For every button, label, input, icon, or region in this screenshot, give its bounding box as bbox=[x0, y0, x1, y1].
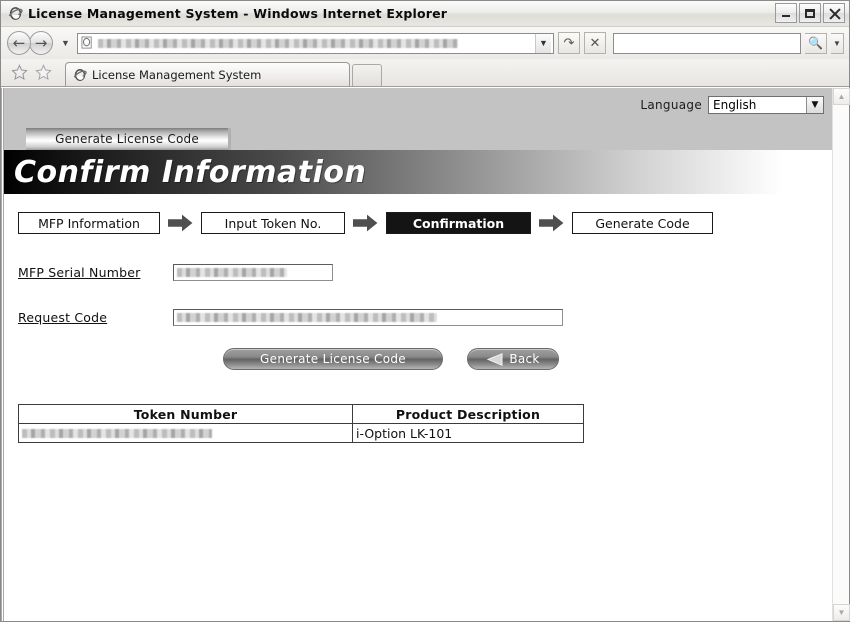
refresh-icon: ↷ bbox=[563, 35, 575, 50]
step-generate-code: Generate Code bbox=[572, 212, 713, 234]
close-button[interactable] bbox=[823, 3, 845, 23]
back-button[interactable]: Back bbox=[467, 348, 559, 370]
step-confirmation: Confirmation bbox=[386, 212, 531, 234]
scroll-up-button[interactable]: ▲ bbox=[833, 88, 850, 105]
address-bar[interactable]: ▼ bbox=[76, 32, 554, 54]
token-table: Token Number Product Description i-Optio… bbox=[18, 404, 584, 443]
ie-page-icon bbox=[73, 68, 87, 82]
app-tab-label: Generate License Code bbox=[55, 132, 199, 146]
language-label: Language bbox=[640, 98, 702, 112]
page-content: MFP Information Input Token No. Confirma… bbox=[4, 194, 832, 443]
request-code-value bbox=[173, 309, 563, 326]
navigation-bar: ← → ▼ ▼ ↷ ✕ 🔍 ▼ bbox=[1, 27, 849, 59]
field-row-mfp-serial-number: MFP Serial Number bbox=[18, 264, 832, 281]
app-tab-generate-license-code[interactable]: Generate License Code bbox=[26, 128, 231, 150]
column-header-product-description: Product Description bbox=[352, 404, 584, 424]
language-selected-value: English bbox=[713, 98, 757, 112]
step-label: MFP Information bbox=[38, 215, 140, 231]
page-viewport: Language English ▼ Generate License Code… bbox=[1, 87, 850, 621]
step-arrow-icon bbox=[353, 212, 378, 234]
generate-license-code-button[interactable]: Generate License Code bbox=[223, 348, 443, 370]
address-dropdown-button[interactable]: ▼ bbox=[535, 33, 551, 53]
redacted-value bbox=[177, 268, 287, 277]
chevron-down-icon: ▼ bbox=[833, 38, 841, 48]
ie-logo-icon bbox=[8, 6, 23, 21]
scroll-down-button[interactable]: ▼ bbox=[833, 604, 850, 621]
chevron-down-icon: ▼ bbox=[837, 608, 846, 617]
back-arrow-icon: ← bbox=[12, 33, 26, 52]
mfp-serial-number-label: MFP Serial Number bbox=[18, 265, 141, 280]
tab-bar: License Management System bbox=[1, 59, 849, 87]
page-top-strip: Language English ▼ bbox=[4, 88, 832, 128]
browser-window: License Management System - Windows Inte… bbox=[0, 0, 850, 622]
search-provider-button[interactable]: ▼ bbox=[831, 32, 844, 54]
redacted-value bbox=[22, 428, 212, 438]
redacted-value bbox=[177, 313, 437, 322]
cell-token-number bbox=[18, 423, 353, 443]
generate-license-code-label: Generate License Code bbox=[260, 352, 406, 366]
favorites-star-icon[interactable] bbox=[9, 62, 29, 82]
window-title: License Management System - Windows Inte… bbox=[28, 6, 448, 21]
search-input[interactable] bbox=[613, 32, 801, 54]
language-select[interactable]: English ▼ bbox=[708, 96, 824, 114]
step-label: Generate Code bbox=[595, 215, 690, 231]
forward-button[interactable]: → bbox=[29, 31, 53, 55]
field-row-request-code: Request Code bbox=[18, 309, 832, 326]
step-label: Confirmation bbox=[412, 215, 505, 231]
app-tab-row: Generate License Code bbox=[4, 128, 832, 150]
browser-tab-license-management-system[interactable]: License Management System bbox=[65, 62, 350, 86]
tab-label: License Management System bbox=[92, 67, 262, 82]
step-indicator: MFP Information Input Token No. Confirma… bbox=[18, 212, 832, 234]
new-tab-button[interactable] bbox=[352, 64, 382, 86]
title-bar: License Management System - Windows Inte… bbox=[1, 1, 849, 27]
window-controls bbox=[775, 3, 845, 23]
step-mfp-information: MFP Information bbox=[18, 212, 160, 234]
request-code-label: Request Code bbox=[18, 310, 108, 325]
page-title: Confirm Information bbox=[14, 154, 367, 190]
web-page: Language English ▼ Generate License Code… bbox=[1, 88, 832, 621]
search-icon: 🔍 bbox=[808, 36, 823, 50]
stop-button[interactable]: ✕ bbox=[584, 32, 606, 54]
chevron-up-icon: ▲ bbox=[837, 92, 846, 101]
minimize-button[interactable] bbox=[775, 3, 797, 23]
search-button[interactable]: 🔍 bbox=[805, 32, 827, 54]
step-input-token-no: Input Token No. bbox=[201, 212, 345, 234]
vertical-scrollbar[interactable]: ▲ ▼ bbox=[832, 88, 850, 621]
recent-pages-chevron-icon[interactable]: ▼ bbox=[61, 38, 70, 48]
back-button-label: Back bbox=[509, 352, 540, 366]
add-to-favorites-icon[interactable] bbox=[33, 62, 53, 82]
step-label: Input Token No. bbox=[224, 215, 322, 231]
chevron-down-icon: ▼ bbox=[539, 38, 548, 48]
chevron-down-icon: ▼ bbox=[806, 97, 823, 113]
page-icon bbox=[81, 36, 94, 50]
table-row: i-Option LK-101 bbox=[18, 423, 584, 443]
back-button[interactable]: ← bbox=[7, 31, 31, 55]
table-header-row: Token Number Product Description bbox=[18, 404, 584, 424]
step-arrow-icon bbox=[168, 212, 193, 234]
step-arrow-icon bbox=[539, 212, 564, 234]
column-header-token-number: Token Number bbox=[18, 404, 353, 424]
address-value-redacted bbox=[97, 38, 458, 48]
page-banner: Confirm Information bbox=[4, 150, 832, 194]
forward-arrow-icon: → bbox=[34, 33, 48, 52]
refresh-button[interactable]: ↷ bbox=[558, 32, 580, 54]
maximize-button[interactable] bbox=[799, 3, 821, 23]
mfp-serial-number-value bbox=[173, 264, 333, 281]
cell-product-description: i-Option LK-101 bbox=[356, 425, 453, 441]
language-selector-group: Language English ▼ bbox=[640, 96, 824, 114]
action-buttons: Generate License Code Back bbox=[18, 348, 832, 370]
left-arrow-icon bbox=[486, 352, 503, 366]
close-x-icon: ✕ bbox=[589, 35, 601, 50]
